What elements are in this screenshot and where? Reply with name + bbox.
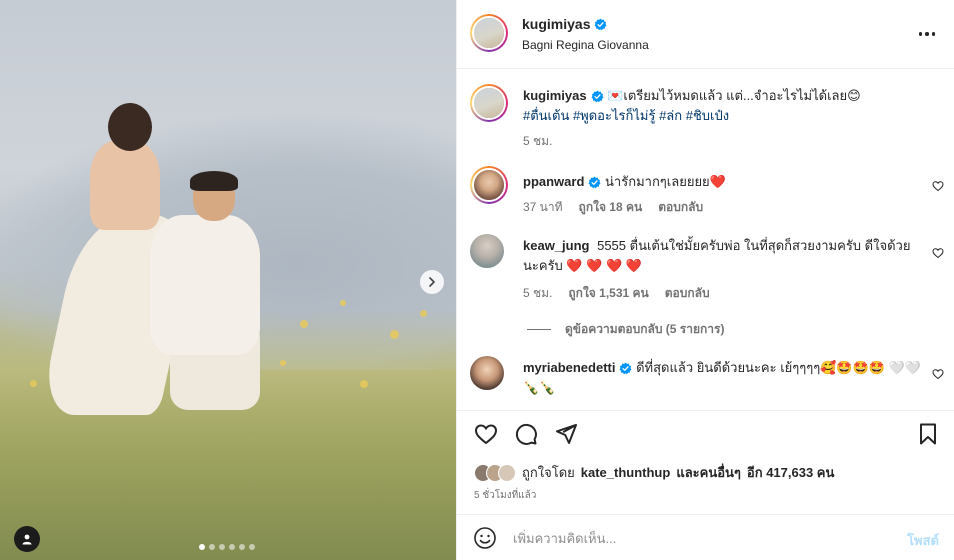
post-panel: kugimiyas Bagni Regina Giovanna kugimiya… (456, 0, 954, 560)
comment-bubble-icon (515, 423, 537, 445)
like-comment-heart-icon[interactable] (932, 180, 944, 192)
verified-badge-icon (594, 18, 607, 30)
share-button[interactable] (553, 421, 579, 447)
comment-time: 5 ชม. (523, 286, 553, 300)
more-options-button[interactable] (915, 24, 939, 44)
bookmark-icon (920, 423, 936, 445)
carousel-dot (239, 544, 245, 550)
carousel-dot (199, 544, 205, 550)
author-username[interactable]: kugimiyas (522, 16, 590, 32)
heart-icon (474, 424, 498, 445)
author-username-row[interactable]: kugimiyas (522, 16, 607, 32)
comment-time: 37 นาที (523, 200, 563, 214)
tagged-users-button[interactable] (14, 526, 40, 552)
woman-figure (90, 140, 160, 230)
reply-button[interactable]: ตอบกลับ (658, 198, 703, 217)
caption-text: 💌เตรียมไว้หมดแล้ว แต่...จำอะไรไม่ได้เลย😊 (607, 88, 861, 103)
man-figure (150, 215, 260, 355)
post-time-ago[interactable]: 5 ชั่วโมงที่แล้ว (474, 488, 536, 503)
post-comment-button[interactable]: โพสต์ (907, 530, 939, 551)
likes-prefix: ถูกใจโดย (522, 465, 575, 480)
commenter-avatar[interactable] (470, 166, 508, 204)
add-comment-bar: โพสต์ (457, 514, 954, 560)
commenter-username[interactable]: myriabenedetti (523, 360, 615, 375)
like-button[interactable] (473, 421, 499, 447)
commenter-avatar[interactable] (470, 356, 504, 390)
post-media[interactable] (0, 0, 456, 560)
flower (280, 360, 286, 366)
comment-likes-link[interactable]: ถูกใจ 18 คน (579, 198, 643, 217)
carousel-indicator (199, 544, 255, 550)
commenter-username[interactable]: ppanward (523, 174, 584, 189)
comment-button[interactable] (513, 421, 539, 447)
comment-likes-link[interactable]: ถูกใจ 1,531 คน (568, 284, 648, 303)
post-location[interactable]: Bagni Regina Giovanna (522, 38, 649, 52)
likes-count[interactable]: อีก 417,633 คน (747, 462, 834, 483)
emoji-icon[interactable] (473, 526, 497, 550)
carousel-dot (219, 544, 225, 550)
like-comment-heart-icon[interactable] (932, 368, 944, 380)
likers-avatars (474, 463, 516, 482)
flower (420, 310, 427, 317)
caption-hashtags[interactable]: #ตื่นเต้น #พูดอะไรก็ไม่รู้ #ล่ก #ชิบเป๋ง (523, 108, 729, 123)
comments-list[interactable]: kugimiyas 💌เตรียมไว้หมดแล้ว แต่...จำอะไร… (457, 70, 954, 410)
comment-text: น่ารักมากๆเลยยยย❤️ (605, 174, 726, 189)
verified-badge-icon (619, 362, 632, 375)
caption-username[interactable]: kugimiyas (523, 88, 587, 103)
commenter-avatar[interactable] (470, 234, 504, 268)
author-avatar[interactable] (470, 14, 508, 52)
view-replies-label[interactable]: ดูข้อความตอบกลับ (5 รายการ) (565, 320, 724, 339)
woman-head (108, 103, 152, 151)
first-liker-username[interactable]: kate_thunthup (581, 465, 671, 480)
post-actions-bar (457, 410, 954, 454)
liker-avatar (498, 463, 516, 482)
man-hair (190, 171, 238, 191)
verified-badge-icon (588, 176, 601, 189)
likes-summary[interactable]: ถูกใจโดย kate_thunthup และคนอื่นๆ อีก 41… (474, 462, 834, 483)
paper-plane-icon (556, 424, 577, 444)
flower (340, 300, 346, 306)
comment-input[interactable] (513, 527, 873, 549)
flower (360, 380, 368, 388)
view-replies-button[interactable]: ดูข้อความตอบกลับ (5 รายการ) (527, 320, 724, 339)
commenter-username[interactable]: keaw_jung (523, 238, 589, 253)
flower (30, 380, 37, 387)
caption-time: 5 ชม. (523, 134, 553, 148)
carousel-dot (229, 544, 235, 550)
post-header: kugimiyas Bagni Regina Giovanna (457, 0, 954, 69)
flower (390, 330, 399, 339)
carousel-dot (209, 544, 215, 550)
carousel-next-button[interactable] (420, 270, 444, 294)
reply-button[interactable]: ตอบกลับ (665, 284, 710, 303)
verified-badge-icon (591, 90, 604, 103)
chevron-right-icon (429, 277, 435, 287)
flower (300, 320, 308, 328)
user-icon (22, 534, 32, 545)
caption-avatar[interactable] (470, 84, 508, 122)
like-comment-heart-icon[interactable] (932, 247, 944, 259)
replies-divider (527, 329, 551, 330)
carousel-dot (249, 544, 255, 550)
likes-others[interactable]: และคนอื่นๆ (676, 462, 741, 483)
save-button[interactable] (915, 421, 941, 447)
